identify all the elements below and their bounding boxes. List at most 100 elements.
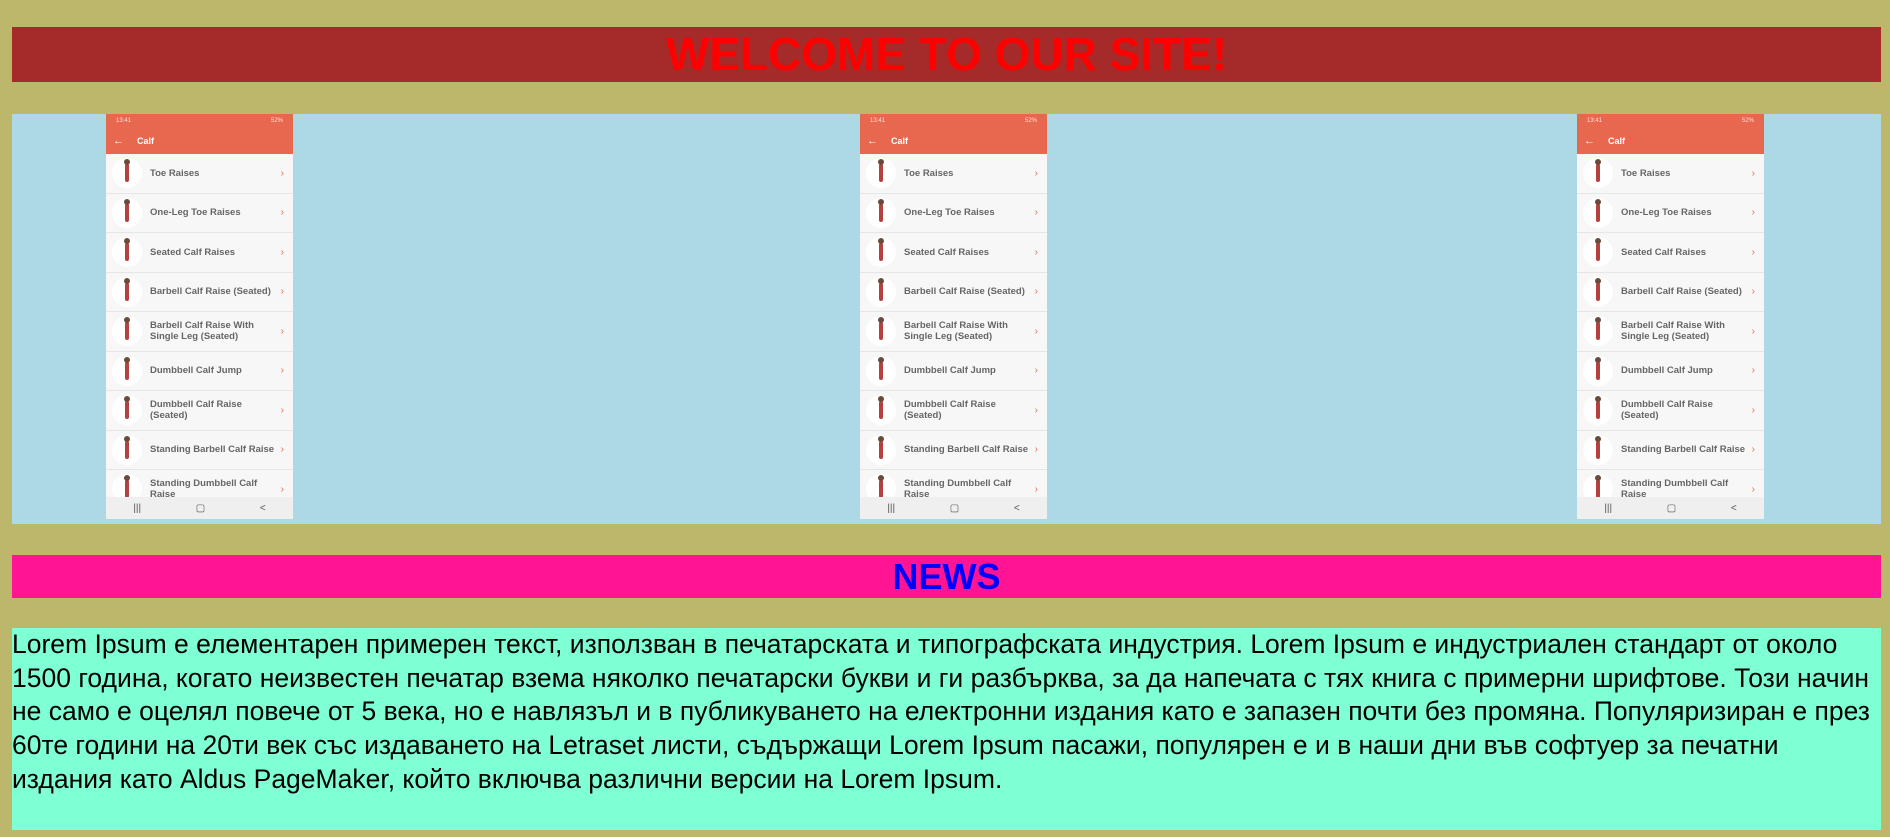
exercise-label: Toe Raises bbox=[904, 167, 954, 179]
list-item: Dumbbell Calf Jump › bbox=[1577, 351, 1764, 391]
chevron-right-icon: › bbox=[1751, 404, 1755, 416]
chevron-right-icon: › bbox=[1751, 325, 1755, 337]
exercise-thumbnail bbox=[1583, 237, 1613, 268]
exercise-thumbnail bbox=[1583, 276, 1613, 307]
exercise-list: Toe Raises › One-Leg Toe Raises › Seated C… bbox=[860, 154, 1047, 510]
welcome-heading: WELCOME TO OUR SITE! bbox=[12, 27, 1881, 82]
chevron-right-icon: › bbox=[1751, 483, 1755, 495]
chevron-right-icon: › bbox=[280, 325, 284, 337]
chevron-right-icon: › bbox=[280, 286, 284, 298]
exercise-list: Toe Raises › One-Leg Toe Raises › Seated C… bbox=[1577, 154, 1764, 510]
exercise-thumbnail bbox=[112, 395, 142, 426]
list-item: Standing Barbell Calf Raise › bbox=[1577, 430, 1764, 470]
exercise-thumbnail bbox=[1583, 355, 1613, 386]
list-item: Toe Raises › bbox=[860, 154, 1047, 194]
chevron-right-icon: › bbox=[1034, 167, 1038, 179]
recents-icon: ||| bbox=[1604, 502, 1613, 514]
list-item: Barbell Calf Raise With Single Leg (Seat… bbox=[860, 312, 1047, 352]
exercise-label: Dumbbell Calf Raise (Seated) bbox=[1621, 399, 1713, 422]
exercise-thumbnail bbox=[866, 395, 896, 426]
list-item: Barbell Calf Raise With Single Leg (Seat… bbox=[1577, 312, 1764, 352]
exercise-thumbnail bbox=[1583, 158, 1613, 189]
exercise-label: Seated Calf Raises bbox=[150, 246, 236, 258]
chevron-right-icon: › bbox=[1034, 207, 1038, 219]
app-bar-title: Calf bbox=[891, 136, 909, 146]
back-arrow-icon: ← bbox=[113, 135, 124, 147]
list-item: Barbell Calf Raise (Seated) › bbox=[106, 272, 293, 312]
status-time: 13:41 bbox=[1587, 118, 1603, 124]
chevron-right-icon: › bbox=[1034, 483, 1038, 495]
status-bar: 13:41 52% bbox=[860, 114, 1047, 128]
exercise-thumbnail bbox=[112, 197, 142, 228]
screenshot-gallery: 13:41 52% ← Calf Toe Raises › One-Leg Toe… bbox=[12, 114, 1881, 524]
exercise-label: Barbell Calf Raise (Seated) bbox=[1621, 286, 1742, 298]
back-arrow-icon: ← bbox=[1584, 135, 1595, 147]
exercise-thumbnail bbox=[112, 316, 142, 347]
home-icon: ▢ bbox=[949, 502, 960, 514]
exercise-thumbnail bbox=[866, 316, 896, 347]
app-bar-title: Calf bbox=[1608, 136, 1626, 146]
app-bar: ← Calf bbox=[860, 128, 1047, 154]
chevron-right-icon: › bbox=[280, 207, 284, 219]
list-item: Barbell Calf Raise (Seated) › bbox=[860, 272, 1047, 312]
chevron-right-icon: › bbox=[280, 246, 284, 258]
exercise-thumbnail bbox=[1583, 197, 1613, 228]
exercise-label: Barbell Calf Raise With Single Leg (Seat… bbox=[1621, 320, 1725, 343]
exercise-label: Barbell Calf Raise With Single Leg (Seat… bbox=[904, 320, 1008, 343]
exercise-thumbnail bbox=[1583, 395, 1613, 426]
list-item: Dumbbell Calf Raise (Seated) › bbox=[106, 391, 293, 431]
article-text: Lorem Ipsum е елементарен примерен текст… bbox=[12, 628, 1881, 830]
exercise-label: Dumbbell Calf Raise (Seated) bbox=[150, 399, 242, 422]
exercise-thumbnail bbox=[866, 434, 896, 465]
chevron-right-icon: › bbox=[1034, 286, 1038, 298]
exercise-list: Toe Raises › One-Leg Toe Raises › Seated C… bbox=[106, 154, 293, 510]
app-bar: ← Calf bbox=[1577, 128, 1764, 154]
news-heading: NEWS bbox=[12, 555, 1881, 598]
exercise-label: Seated Calf Raises bbox=[1621, 246, 1707, 258]
exercise-label: Toe Raises bbox=[1621, 167, 1671, 179]
recents-icon: ||| bbox=[133, 502, 142, 514]
status-time: 13:41 bbox=[116, 118, 132, 124]
chevron-right-icon: › bbox=[280, 365, 284, 377]
exercise-label: Barbell Calf Raise (Seated) bbox=[150, 286, 271, 298]
list-item: Seated Calf Raises › bbox=[860, 233, 1047, 273]
exercise-label: Toe Raises bbox=[150, 167, 200, 179]
system-nav-bar: ||| ▢ < bbox=[106, 497, 293, 519]
chevron-right-icon: › bbox=[1751, 207, 1755, 219]
exercise-thumbnail bbox=[866, 237, 896, 268]
list-item: Barbell Calf Raise With Single Leg (Seat… bbox=[106, 312, 293, 352]
chevron-right-icon: › bbox=[280, 444, 284, 456]
exercise-thumbnail bbox=[866, 355, 896, 386]
exercise-label: Dumbbell Calf Jump bbox=[150, 365, 242, 377]
exercise-thumbnail bbox=[112, 355, 142, 386]
chevron-right-icon: › bbox=[1034, 444, 1038, 456]
exercise-thumbnail bbox=[866, 158, 896, 189]
battery-indicator: 52% bbox=[1024, 118, 1037, 124]
exercise-thumbnail bbox=[866, 276, 896, 307]
chevron-right-icon: › bbox=[280, 404, 284, 416]
chevron-right-icon: › bbox=[1751, 167, 1755, 179]
system-nav-bar: ||| ▢ < bbox=[1577, 497, 1764, 519]
home-icon: ▢ bbox=[195, 502, 206, 514]
exercise-thumbnail bbox=[112, 158, 142, 189]
exercise-label: Dumbbell Calf Jump bbox=[1621, 365, 1713, 377]
exercise-label: Standing Barbell Calf Raise bbox=[904, 444, 1029, 456]
chevron-right-icon: › bbox=[1751, 246, 1755, 258]
exercise-label: Barbell Calf Raise (Seated) bbox=[904, 286, 1025, 298]
app-screenshot-2: 13:41 52% ← Calf Toe Raises › One-Leg Toe… bbox=[860, 114, 1047, 519]
back-icon: < bbox=[1730, 502, 1737, 514]
list-item: Barbell Calf Raise (Seated) › bbox=[1577, 272, 1764, 312]
list-item: Seated Calf Raises › bbox=[106, 233, 293, 273]
exercise-label: One-Leg Toe Raises bbox=[904, 207, 995, 219]
exercise-label: Seated Calf Raises bbox=[904, 246, 990, 258]
chevron-right-icon: › bbox=[1034, 246, 1038, 258]
status-time: 13:41 bbox=[870, 118, 886, 124]
chevron-right-icon: › bbox=[1034, 404, 1038, 416]
exercise-thumbnail bbox=[112, 434, 142, 465]
home-icon: ▢ bbox=[1666, 502, 1677, 514]
exercise-label: Standing Barbell Calf Raise bbox=[150, 444, 275, 456]
battery-indicator: 52% bbox=[1741, 118, 1754, 124]
system-nav-bar: ||| ▢ < bbox=[860, 497, 1047, 519]
list-item: Standing Barbell Calf Raise › bbox=[106, 430, 293, 470]
battery-indicator: 52% bbox=[270, 118, 283, 124]
